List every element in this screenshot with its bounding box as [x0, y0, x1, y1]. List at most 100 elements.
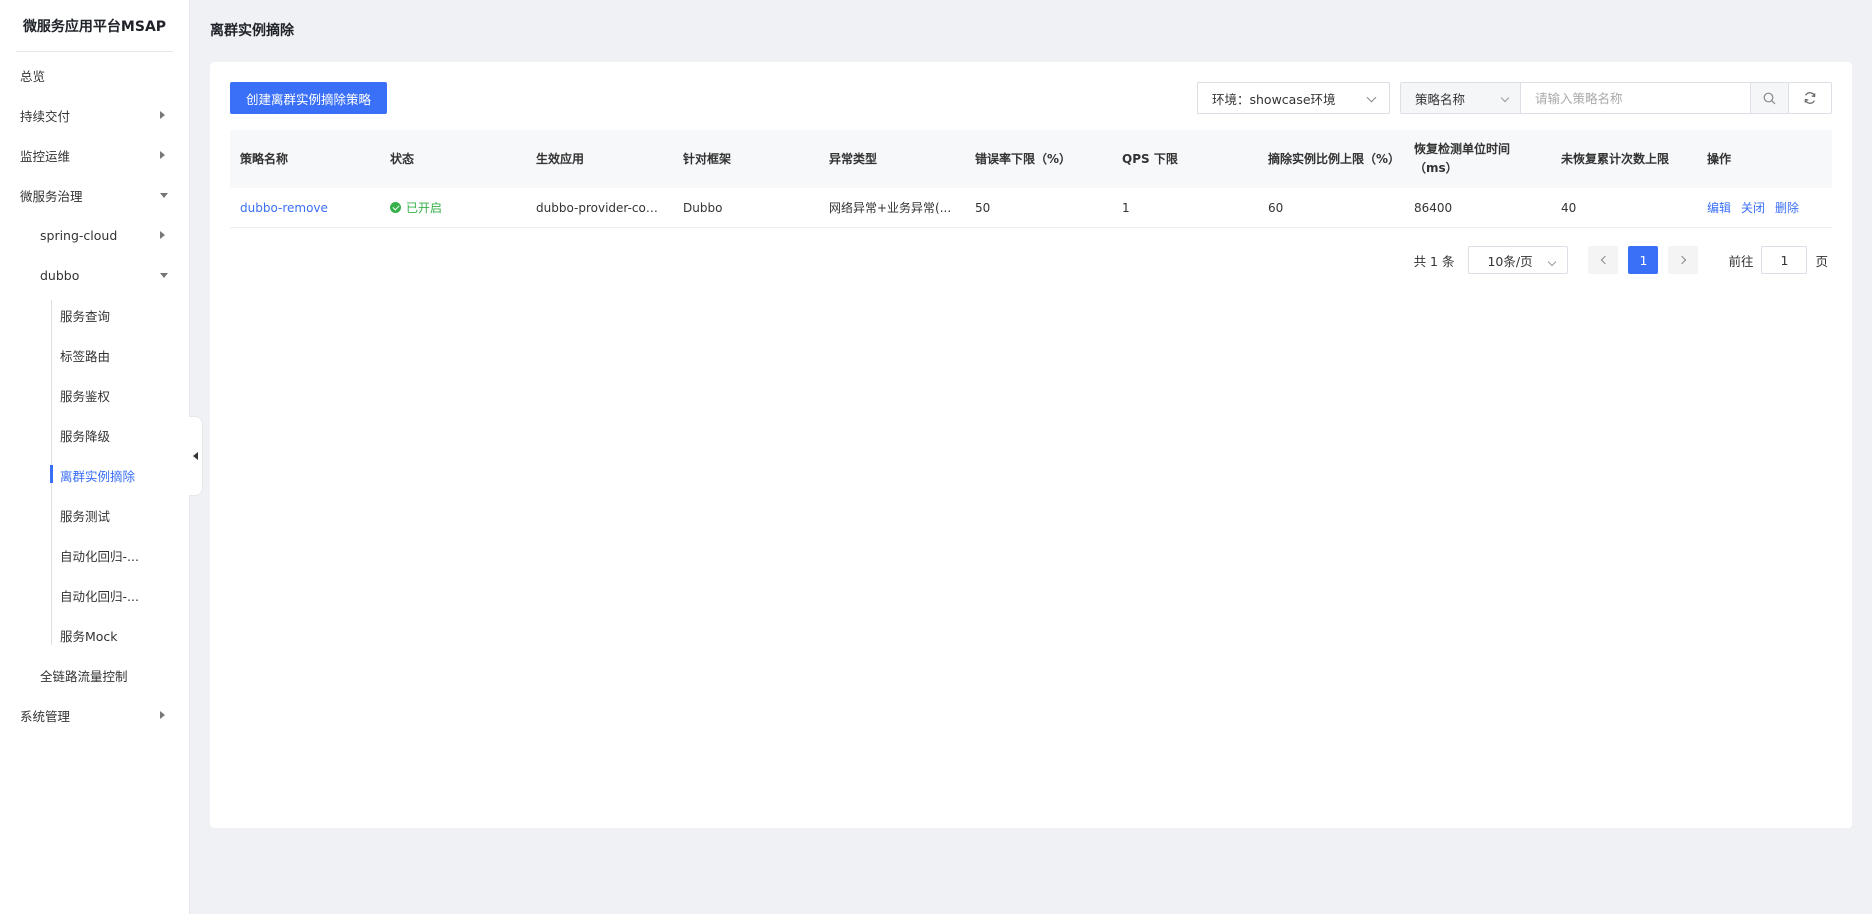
table-row: dubbo-remove 已开启 dubbo-provider-code... …: [230, 188, 1832, 228]
caret-right-icon: [160, 151, 165, 159]
cell-ops: 编辑 关闭 删除: [1697, 188, 1832, 227]
check-circle-icon: [390, 202, 401, 213]
qps-text: 1: [1122, 200, 1130, 215]
cell-name: dubbo-remove: [230, 188, 380, 227]
sidebar-item-label: 标签路由: [60, 348, 111, 364]
prev-page-button[interactable]: [1588, 246, 1619, 274]
sidebar-item-label: 服务Mock: [60, 628, 118, 644]
sidebar-item-label: dubbo: [40, 267, 80, 283]
pagination: 共 1 条 10条/页 1 前往 页: [1414, 246, 1828, 274]
interval-text: 86400: [1414, 200, 1453, 215]
framework-text: Dubbo: [683, 200, 723, 215]
env-select[interactable]: 环境：showcase环境: [1197, 82, 1390, 114]
column-header: 操作: [1707, 151, 1732, 166]
cell-ratio: 60: [1258, 188, 1404, 227]
sidebar-item-monitoring[interactable]: 监控运维: [0, 140, 190, 170]
chevron-right-icon: [1677, 255, 1687, 265]
error-rate-text: 50: [975, 200, 991, 215]
sidebar-item-outlier-removal[interactable]: 离群实例摘除: [0, 460, 190, 490]
sidebar-item-label: 服务查询: [60, 308, 111, 324]
chevron-down-icon: [1548, 257, 1557, 267]
sidebar-item-tag-routing[interactable]: 标签路由: [0, 340, 190, 370]
close-link[interactable]: 关闭: [1741, 199, 1765, 216]
chevron-down-icon: [1500, 93, 1510, 103]
status-text: 已开启: [406, 201, 443, 215]
ratio-text: 60: [1268, 200, 1284, 215]
sidebar-item-label: 服务降级: [60, 428, 111, 444]
caret-right-icon: [160, 231, 165, 239]
sidebar-item-label: 全链路流量控制: [40, 668, 128, 684]
sidebar-item-label: 监控运维: [20, 148, 71, 164]
active-indicator: [50, 465, 53, 483]
policy-name-link[interactable]: dubbo-remove: [240, 201, 328, 215]
column-header: 摘除实例比例上限（%）: [1268, 151, 1401, 166]
page-size-select[interactable]: 10条/页: [1468, 246, 1569, 274]
column-header: 恢复检测单位时间（ms）: [1414, 142, 1511, 175]
caret-right-icon: [160, 711, 165, 719]
sidebar-item-spring-cloud[interactable]: spring-cloud: [0, 220, 190, 250]
column-header: 针对框架: [683, 151, 732, 166]
sidebar-item-overview[interactable]: 总览: [0, 60, 190, 90]
cell-status: 已开启: [380, 188, 526, 227]
cell-framework: Dubbo: [673, 188, 819, 227]
sidebar-item-label: 系统管理: [20, 708, 71, 724]
sidebar-item-auto-regression-1[interactable]: 自动化回归-...: [0, 540, 190, 570]
sidebar-item-dubbo[interactable]: dubbo: [0, 260, 190, 290]
policy-table: 策略名称 状态 生效应用 针对框架 异常类型 错误率下限（%） QPS 下限 摘…: [230, 130, 1832, 228]
caret-right-icon: [160, 111, 165, 119]
sidebar-item-label: 自动化回归-...: [60, 548, 139, 564]
sidebar-item-label: 服务鉴权: [60, 388, 111, 404]
exception-text: 网络异常+业务异常(...: [829, 201, 952, 215]
sidebar-collapse-button[interactable]: [189, 416, 203, 496]
table-header: 策略名称 状态 生效应用 针对框架 异常类型 错误率下限（%） QPS 下限 摘…: [230, 130, 1832, 188]
cell-interval: 86400: [1404, 188, 1551, 227]
search-input[interactable]: [1521, 83, 1750, 113]
sidebar-item-service-mock[interactable]: 服务Mock: [0, 620, 190, 650]
status-badge: 已开启: [390, 199, 442, 216]
refresh-button[interactable]: [1788, 82, 1832, 114]
sidebar-item-system[interactable]: 系统管理: [0, 700, 190, 730]
cell-exception: 网络异常+业务异常(...: [819, 188, 965, 227]
sidebar-item-governance[interactable]: 微服务治理: [0, 180, 190, 210]
column-header: 未恢复累计次数上限: [1561, 151, 1670, 166]
sidebar-item-service-query[interactable]: 服务查询: [0, 300, 190, 330]
search-icon: [1763, 92, 1776, 104]
column-header: 错误率下限（%）: [975, 151, 1072, 166]
edit-link[interactable]: 编辑: [1707, 199, 1731, 216]
sidebar-item-full-link-flow[interactable]: 全链路流量控制: [0, 660, 190, 690]
cell-error-rate: 50: [965, 188, 1112, 227]
page-title: 离群实例摘除: [210, 23, 294, 39]
goto-prefix: 前往: [1728, 253, 1754, 269]
env-select-value: 环境：showcase环境: [1212, 91, 1336, 107]
page-number-button[interactable]: 1: [1628, 246, 1659, 274]
chevron-down-icon: [1366, 92, 1377, 103]
create-policy-button[interactable]: 创建离群实例摘除策略: [230, 82, 388, 114]
pagination-total: 共 1 条: [1413, 253, 1455, 269]
goto-page-input[interactable]: [1761, 246, 1808, 274]
sidebar-item-label: 服务测试: [60, 508, 111, 524]
search-group: 策略名称: [1400, 82, 1789, 114]
sidebar-item-auto-regression-2[interactable]: 自动化回归-...: [0, 580, 190, 610]
sidebar-item-service-degrade[interactable]: 服务降级: [0, 420, 190, 450]
collapse-left-icon: [193, 452, 198, 460]
search-type-select[interactable]: 策略名称: [1401, 83, 1521, 113]
goto-suffix: 页: [1815, 253, 1828, 269]
sidebar-item-service-auth[interactable]: 服务鉴权: [0, 380, 190, 410]
sidebar-item-service-test[interactable]: 服务测试: [0, 500, 190, 530]
sidebar-item-label: 微服务治理: [20, 188, 83, 204]
sidebar: 微服务应用平台MSAP 总览 持续交付 监控运维 微服务治理 spring-cl…: [0, 0, 190, 914]
chevron-left-icon: [1600, 255, 1610, 265]
caret-down-icon: [160, 193, 168, 198]
max-count-text: 40: [1561, 200, 1577, 215]
brand-title: 微服务应用平台MSAP: [16, 0, 173, 52]
delete-link[interactable]: 删除: [1775, 199, 1799, 216]
sidebar-item-delivery[interactable]: 持续交付: [0, 100, 190, 130]
cell-qps: 1: [1112, 188, 1258, 227]
app-text: dubbo-provider-code...: [536, 200, 665, 215]
sidebar-item-label: 总览: [20, 68, 46, 84]
sidebar-item-label: 持续交付: [20, 108, 71, 124]
cell-max-count: 40: [1551, 188, 1697, 227]
search-button[interactable]: [1750, 83, 1788, 113]
next-page-button[interactable]: [1668, 246, 1699, 274]
column-header: QPS 下限: [1122, 151, 1178, 166]
